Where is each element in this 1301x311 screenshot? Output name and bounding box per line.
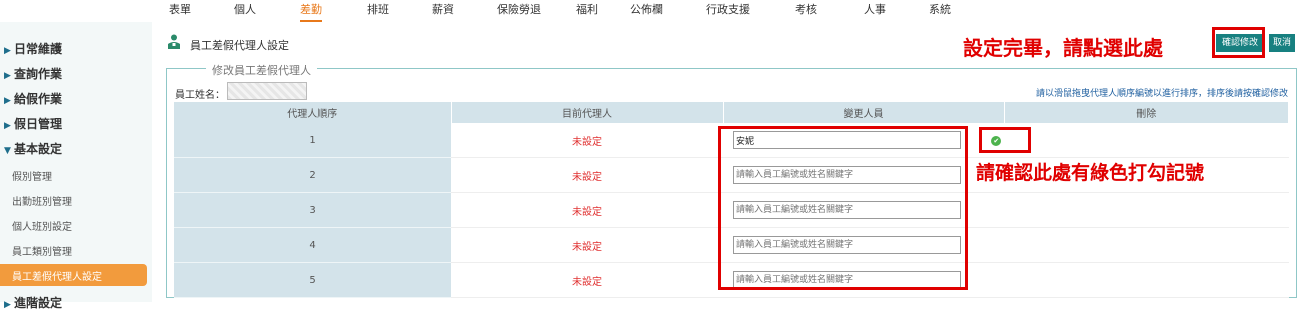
- nav-insurance[interactable]: 保險勞退: [497, 0, 541, 20]
- annotation-click-here: 設定完畢，請點選此處: [963, 36, 1163, 60]
- annotation-check-mark: 請確認此處有綠色打勾記號: [976, 162, 1205, 184]
- sidebar-section-daily[interactable]: ▶ 日常維護: [4, 40, 62, 57]
- highlight-inputs-box: [718, 126, 968, 290]
- sidebar-section-basic[interactable]: ▼ 基本設定: [4, 140, 62, 157]
- column-header-delete: 刪除: [1004, 102, 1289, 123]
- nav-personal[interactable]: 個人: [234, 0, 256, 20]
- sidebar-item-deputy-setting[interactable]: 員工差假代理人設定: [0, 264, 147, 286]
- nav-hr[interactable]: 人事: [864, 0, 886, 20]
- current-deputy-cell: 未設定: [451, 192, 723, 228]
- current-deputy-cell: 未設定: [451, 123, 723, 158]
- cancel-button[interactable]: 取消: [1269, 34, 1295, 52]
- caret-right-icon: ▶: [4, 96, 11, 106]
- top-navigation: 表單 個人 差勤 排班 薪資 保險勞退 福利 公佈欄 行政支援 考核 人事 系統: [0, 0, 1301, 22]
- nav-system[interactable]: 系統: [929, 0, 951, 20]
- sort-hint: 請以滑鼠拖曳代理人順序編號以進行排序，排序後請按確認修改: [1035, 89, 1288, 99]
- sidebar-item-employee-category[interactable]: 員工類別管理: [12, 243, 72, 258]
- deputy-order-cell[interactable]: 1: [174, 123, 451, 158]
- deputy-order-cell[interactable]: 3: [174, 192, 451, 228]
- nav-form[interactable]: 表單: [169, 0, 191, 20]
- sidebar-item-personal-shift[interactable]: 個人班別設定: [12, 218, 72, 233]
- sidebar-item-leave-types[interactable]: 假別管理: [12, 168, 52, 183]
- deputy-order-cell[interactable]: 2: [174, 157, 451, 193]
- nav-bulletin[interactable]: 公佈欄: [630, 0, 663, 20]
- page-title: 員工差假代理人設定: [190, 39, 289, 52]
- sidebar-section-query[interactable]: ▶ 查詢作業: [4, 65, 62, 82]
- table-header-row: 代理人順序 目前代理人 變更人員 刪除: [174, 102, 1289, 123]
- nav-attendance[interactable]: 差勤: [300, 0, 322, 22]
- caret-right-icon: ▶: [4, 71, 11, 81]
- nav-welfare[interactable]: 福利: [576, 0, 598, 20]
- caret-right-icon: ▶: [4, 46, 11, 56]
- caret-right-icon: ▶: [4, 121, 11, 131]
- employee-name-label: 員工姓名：: [175, 90, 225, 101]
- sidebar-section-advanced[interactable]: ▶ 進階設定: [4, 294, 62, 311]
- nav-shift[interactable]: 排班: [367, 0, 389, 20]
- sidebar-section-holiday[interactable]: ▶ 假日管理: [4, 115, 62, 132]
- current-deputy-cell: 未設定: [451, 262, 723, 298]
- fieldset-legend: 修改員工差假代理人: [206, 62, 317, 78]
- column-header-change: 變更人員: [723, 102, 1005, 123]
- person-icon: [168, 34, 180, 49]
- highlight-check-box: [979, 127, 1031, 153]
- sidebar: ▶ 日常維護 ▶ 查詢作業 ▶ 給假作業 ▶ 假日管理 ▼ 基本設定 假別管理 出勤班別管…: [0, 22, 152, 310]
- nav-salary[interactable]: 薪資: [432, 0, 454, 20]
- nav-admin-support[interactable]: 行政支援: [706, 0, 750, 20]
- sidebar-section-leave[interactable]: ▶ 給假作業: [4, 90, 62, 107]
- current-deputy-cell: 未設定: [451, 157, 723, 193]
- highlight-confirm-box: [1212, 27, 1265, 58]
- deputy-order-cell[interactable]: 4: [174, 227, 451, 263]
- caret-down-icon: ▼: [4, 146, 11, 156]
- employee-name-blurred: [227, 82, 307, 100]
- sidebar-item-shift-types[interactable]: 出勤班別管理: [12, 193, 72, 208]
- column-header-order: 代理人順序: [174, 102, 452, 123]
- deputy-order-cell[interactable]: 5: [174, 262, 451, 298]
- nav-evaluation[interactable]: 考核: [795, 0, 817, 20]
- current-deputy-cell: 未設定: [451, 227, 723, 263]
- column-header-current: 目前代理人: [451, 102, 724, 123]
